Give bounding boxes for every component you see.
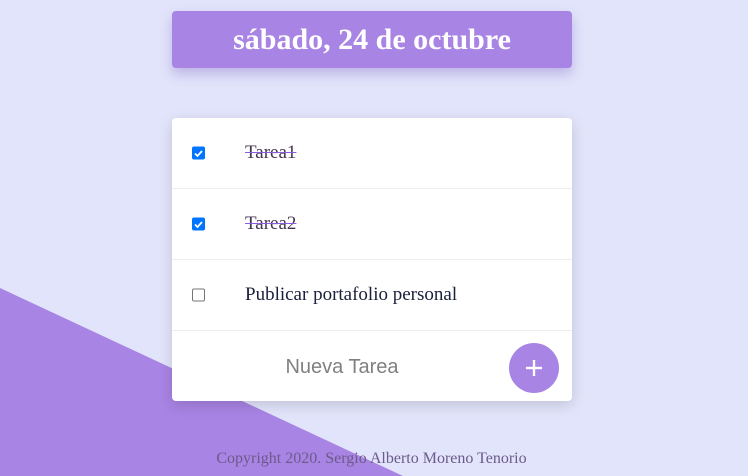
task-checkbox-3[interactable]	[192, 288, 205, 302]
task-label-1[interactable]: Tarea1	[245, 142, 296, 164]
plus-icon	[526, 360, 542, 376]
task-card: Tarea1 Tarea2 Publicar portafolio person…	[172, 118, 572, 401]
task-checkbox-1[interactable]	[192, 146, 205, 160]
checkbox-checked-icon	[192, 217, 205, 231]
task-label-2[interactable]: Tarea2	[245, 213, 296, 235]
date-banner: sábado, 24 de octubre	[172, 11, 572, 68]
footer-copyright: Copyright 2020. Sergio Alberto Moreno Te…	[216, 450, 527, 467]
add-task-button[interactable]	[509, 343, 559, 393]
task-item-1: Tarea1	[172, 118, 572, 189]
new-task-row	[172, 331, 572, 402]
task-label-3[interactable]: Publicar portafolio personal	[245, 284, 457, 306]
new-task-input[interactable]	[172, 346, 512, 388]
task-item-3: Publicar portafolio personal	[172, 260, 572, 331]
checkbox-checked-icon	[192, 146, 205, 160]
task-checkbox-2[interactable]	[192, 217, 205, 231]
checkbox-unchecked-icon	[192, 288, 205, 302]
task-item-2: Tarea2	[172, 189, 572, 260]
date-title: sábado, 24 de octubre	[233, 22, 511, 56]
